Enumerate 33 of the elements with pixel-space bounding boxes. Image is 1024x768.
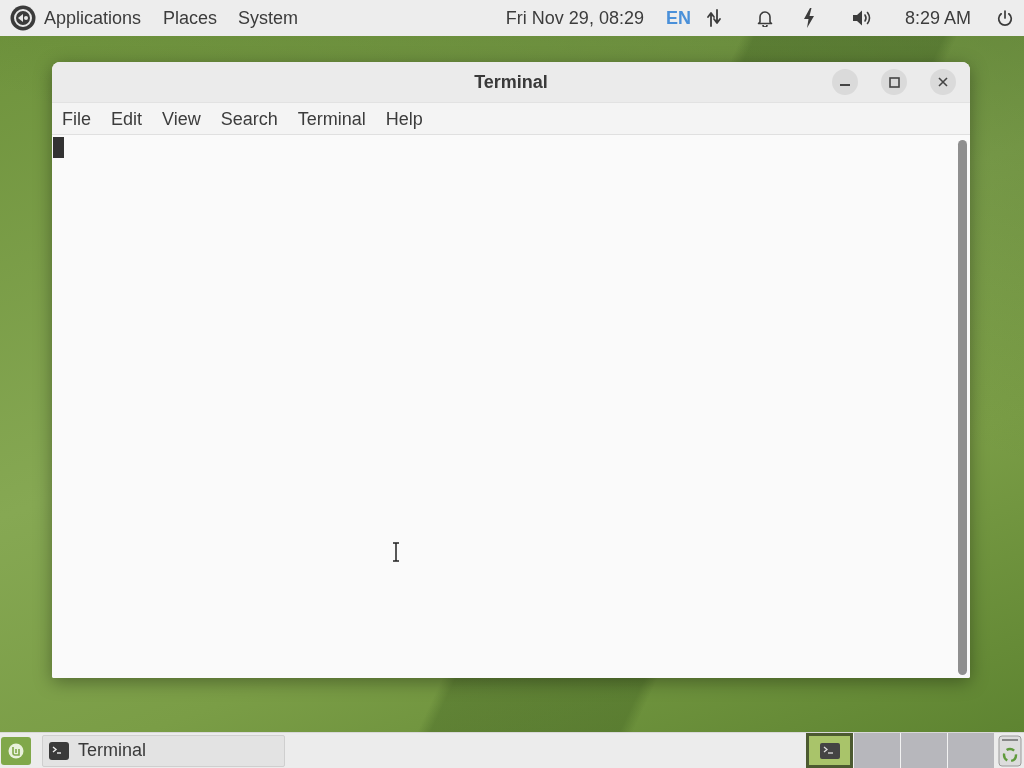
maximize-button[interactable] bbox=[881, 69, 907, 95]
scrollbar[interactable] bbox=[958, 140, 967, 675]
close-icon bbox=[938, 77, 948, 87]
power-icon[interactable] bbox=[997, 9, 1013, 27]
window-title: Terminal bbox=[474, 70, 548, 94]
menu-item[interactable]: View bbox=[162, 109, 201, 128]
panel-menu[interactable]: System bbox=[238, 9, 299, 27]
lightning-icon[interactable] bbox=[802, 8, 815, 28]
date-time: Fri Nov 29, 08:29 bbox=[505, 9, 644, 27]
minimize-icon bbox=[840, 84, 850, 86]
panel-menu[interactable]: Places bbox=[163, 9, 218, 27]
menu-item[interactable]: Help bbox=[385, 109, 423, 128]
circle-logo-icon bbox=[8, 742, 24, 759]
bell-icon[interactable] bbox=[756, 9, 773, 27]
menu-item[interactable]: Terminal bbox=[297, 109, 366, 128]
clock[interactable]: 8:29 AM bbox=[904, 9, 971, 27]
menu-item[interactable]: Search bbox=[220, 109, 278, 128]
menu-item[interactable]: Edit bbox=[111, 109, 143, 128]
menu-item[interactable]: File bbox=[62, 109, 91, 128]
block-cursor-icon bbox=[53, 137, 64, 158]
panel-menu[interactable]: Applications bbox=[44, 9, 142, 27]
workspace-tile[interactable] bbox=[806, 733, 853, 768]
window-thumbnail-icon bbox=[819, 742, 840, 759]
trash-icon[interactable] bbox=[998, 734, 1022, 767]
app-menu-logo-icon[interactable] bbox=[10, 5, 36, 31]
terminal-icon bbox=[49, 741, 69, 760]
speaker-icon[interactable] bbox=[851, 9, 872, 27]
taskbar-button[interactable]: Terminal bbox=[42, 734, 285, 767]
transfer-arrows-icon[interactable] bbox=[705, 8, 722, 28]
maximize-icon bbox=[888, 76, 900, 88]
ibeam-pointer-icon bbox=[392, 542, 400, 562]
close-button[interactable] bbox=[930, 69, 956, 95]
minimize-button[interactable] bbox=[832, 69, 858, 95]
